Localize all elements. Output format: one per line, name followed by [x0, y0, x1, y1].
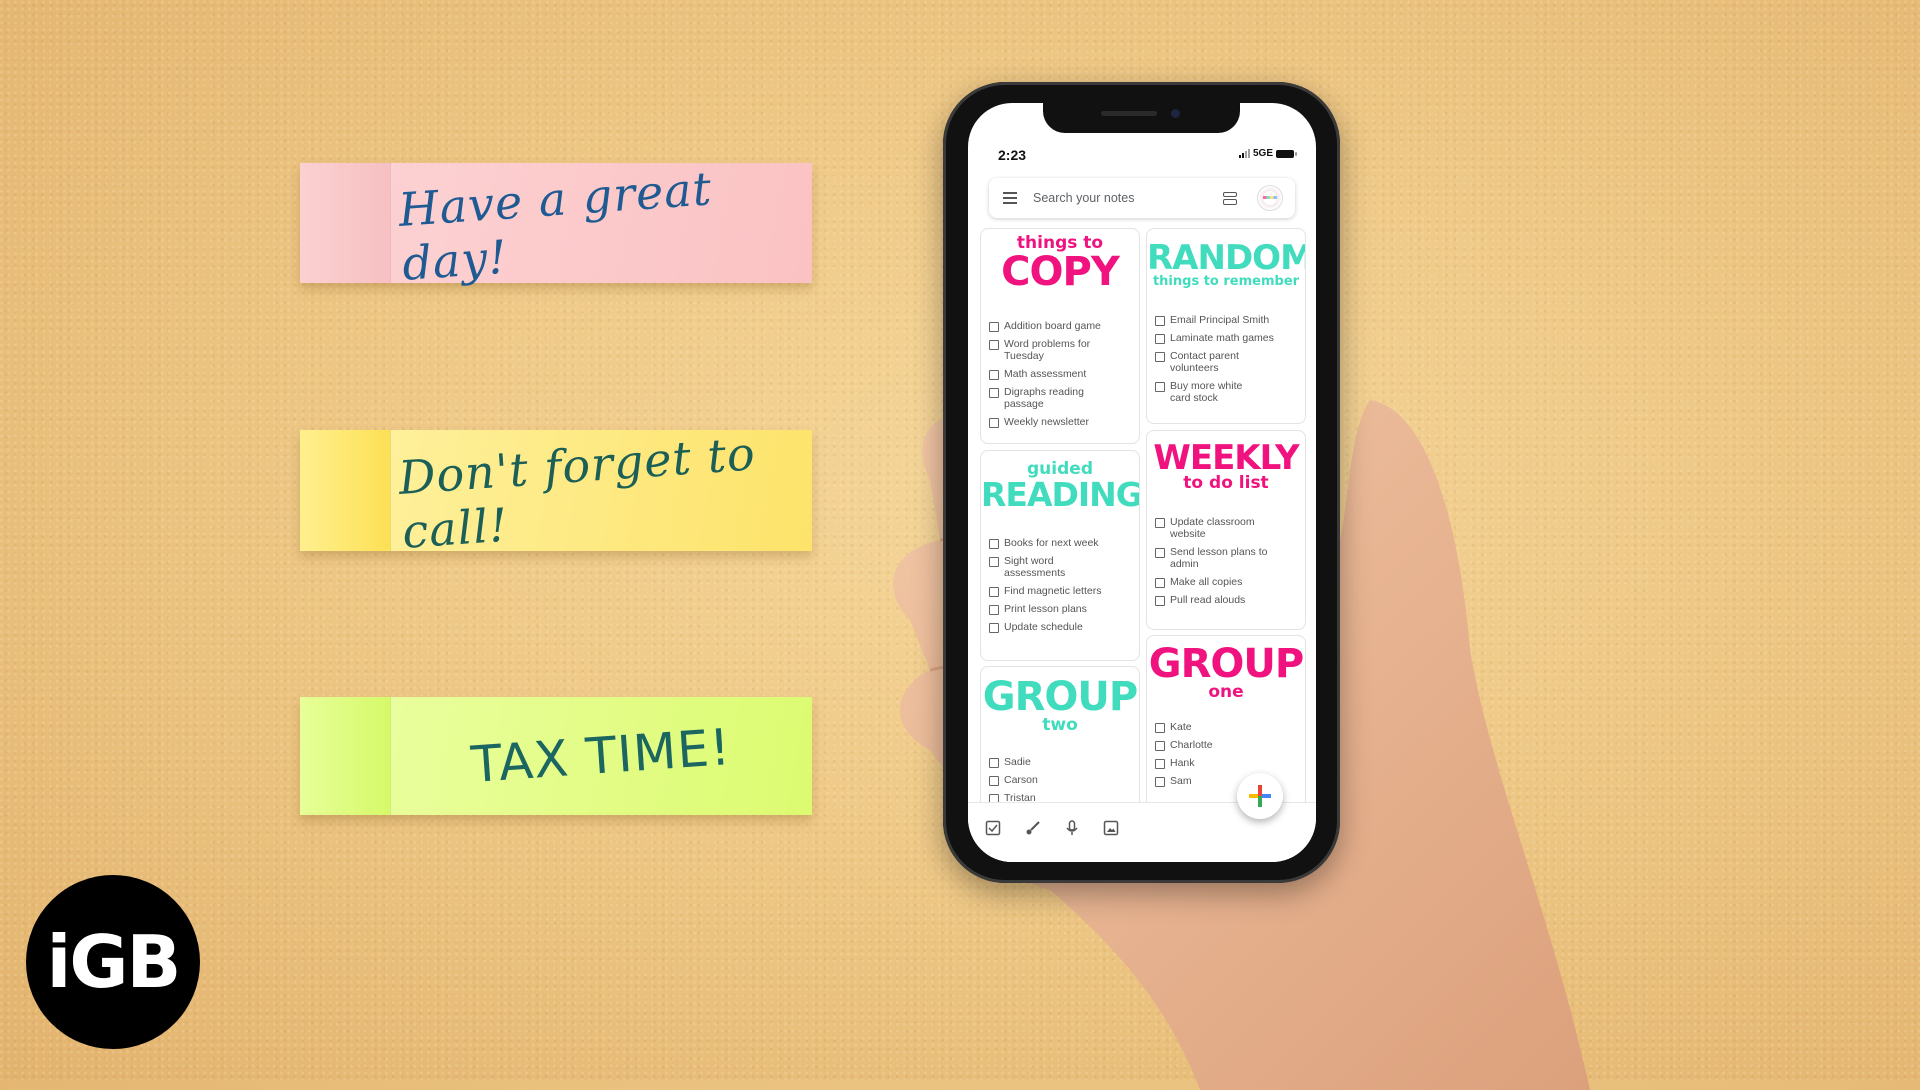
checklist-item[interactable]: Charlotte: [1155, 739, 1297, 751]
checklist: Email Principal Smith Laminate math game…: [1147, 314, 1305, 404]
checkbox[interactable]: [989, 539, 999, 549]
checklist: Addition board game Word problems for Tu…: [981, 320, 1139, 428]
note-title-big: RANDOM: [1147, 238, 1306, 278]
status-indicators: 5GE: [1238, 148, 1297, 159]
speaker-grille: [1101, 111, 1157, 116]
checkbox[interactable]: [989, 758, 999, 768]
checkbox[interactable]: [1155, 777, 1165, 787]
checkbox[interactable]: [1155, 741, 1165, 751]
smartphone: 2:23 5GE things to COPY Addition board g…: [943, 82, 1340, 883]
checklist-item[interactable]: Digraphs reading passage: [989, 386, 1131, 410]
front-camera: [1171, 109, 1180, 118]
search-input[interactable]: [1031, 190, 1205, 206]
note-title-big: GROUP: [982, 674, 1138, 720]
sticky-text: Don't forget to call!: [396, 425, 758, 559]
checklist-item[interactable]: Carson: [989, 774, 1131, 786]
brush-icon[interactable]: [1024, 819, 1042, 837]
note-title-big: COPY: [1001, 249, 1120, 295]
search-bar[interactable]: [989, 178, 1295, 218]
checkbox[interactable]: [989, 587, 999, 597]
sticky-text: Have a great day!: [396, 161, 714, 291]
checkbox[interactable]: [1155, 518, 1165, 528]
new-note-button[interactable]: [1237, 773, 1283, 819]
checkbox[interactable]: [1155, 382, 1165, 392]
checkbox[interactable]: [1155, 316, 1165, 326]
checklist-item[interactable]: Email Principal Smith: [1155, 314, 1297, 326]
checkbox[interactable]: [989, 388, 999, 398]
note-title-big: WEEKLY: [1153, 438, 1299, 478]
status-bar: 2:23 5GE: [968, 147, 1316, 167]
checklist-item[interactable]: Print lesson plans: [989, 603, 1131, 615]
signal-icon: [1238, 149, 1250, 158]
checkbox[interactable]: [1155, 596, 1165, 606]
note-title-big: GROUP: [1148, 641, 1304, 687]
status-time: 2:23: [998, 147, 1027, 163]
checkbox[interactable]: [989, 322, 999, 332]
checkbox[interactable]: [1155, 548, 1165, 558]
sticky-note-yellow: Don't forget to call!: [300, 426, 812, 558]
checklist-item[interactable]: Update schedule: [989, 621, 1131, 633]
note-card-guided-reading[interactable]: guided READING Books for next week Sight…: [980, 450, 1140, 661]
checklist-item[interactable]: Hank: [1155, 757, 1297, 769]
checklist-item[interactable]: Sadie: [989, 756, 1131, 768]
checkbox[interactable]: [989, 370, 999, 380]
checklist-item[interactable]: Contact parent volunteers: [1155, 350, 1297, 374]
checkbox[interactable]: [989, 776, 999, 786]
account-avatar[interactable]: [1257, 185, 1283, 211]
checklist-item[interactable]: Make all copies: [1155, 576, 1297, 588]
sticky-tab: [300, 163, 391, 283]
checkbox[interactable]: [989, 623, 999, 633]
battery-icon: [1276, 149, 1297, 158]
checklist-item[interactable]: Word problems for Tuesday: [989, 338, 1131, 362]
checkbox[interactable]: [989, 418, 999, 428]
checkbox[interactable]: [989, 340, 999, 350]
sticky-note-green: TAX TIME!: [300, 697, 812, 815]
checklist: Books for next week Sight word assessmen…: [981, 537, 1139, 633]
sticky-tab: [300, 430, 391, 551]
checklist-item[interactable]: Find magnetic letters: [989, 585, 1131, 597]
sticky-tab: [300, 697, 391, 815]
checkbox[interactable]: [1155, 334, 1165, 344]
igb-logo: iGB: [26, 875, 200, 1049]
microphone-icon[interactable]: [1063, 819, 1081, 837]
note-title-big: READING: [981, 475, 1140, 514]
note-card-random[interactable]: RANDOM things to remember Email Principa…: [1146, 228, 1306, 424]
plus-icon-yellow: [1249, 794, 1258, 798]
sticky-text: TAX TIME!: [469, 718, 733, 795]
checkbox[interactable]: [1155, 352, 1165, 362]
note-card-weekly[interactable]: WEEKLY to do list Update classroom websi…: [1146, 430, 1306, 630]
network-label: 5GE: [1252, 148, 1273, 159]
note-title-small: things to remember: [1152, 274, 1300, 289]
sticky-note-pink: Have a great day!: [300, 161, 812, 291]
checkbox-icon[interactable]: [984, 819, 1002, 837]
checklist-item[interactable]: Update classroom website: [1155, 516, 1297, 540]
checklist: Kate Charlotte Hank Sam: [1147, 721, 1305, 787]
plus-icon-blue: [1262, 794, 1271, 798]
list-view-icon[interactable]: [1223, 191, 1237, 205]
checklist-item[interactable]: Pull read alouds: [1155, 594, 1297, 606]
checklist-item[interactable]: Addition board game: [989, 320, 1131, 332]
note-card-things-to-copy[interactable]: things to COPY Addition board game Word …: [980, 228, 1140, 444]
checklist: Sadie Carson Tristan: [981, 756, 1139, 804]
checkbox[interactable]: [989, 605, 999, 615]
phone-screen: 2:23 5GE things to COPY Addition board g…: [968, 103, 1316, 862]
checklist-item[interactable]: Math assessment: [989, 368, 1131, 380]
checklist-item[interactable]: Weekly newsletter: [989, 416, 1131, 428]
checkbox[interactable]: [1155, 723, 1165, 733]
checklist-item[interactable]: Books for next week: [989, 537, 1131, 549]
checklist-item[interactable]: Kate: [1155, 721, 1297, 733]
checklist-item[interactable]: Send lesson plans to admin: [1155, 546, 1297, 570]
checkbox[interactable]: [1155, 759, 1165, 769]
checklist: Update classroom website Send lesson pla…: [1147, 516, 1305, 606]
checklist-item[interactable]: Laminate math games: [1155, 332, 1297, 344]
checkbox[interactable]: [1155, 578, 1165, 588]
checkbox[interactable]: [989, 557, 999, 567]
hamburger-menu-icon[interactable]: [1003, 192, 1017, 204]
image-icon[interactable]: [1102, 819, 1120, 837]
checklist-item[interactable]: Sight word assessments: [989, 555, 1131, 579]
phone-notch: [1043, 103, 1240, 133]
checklist-item[interactable]: Buy more white card stock: [1155, 380, 1297, 404]
